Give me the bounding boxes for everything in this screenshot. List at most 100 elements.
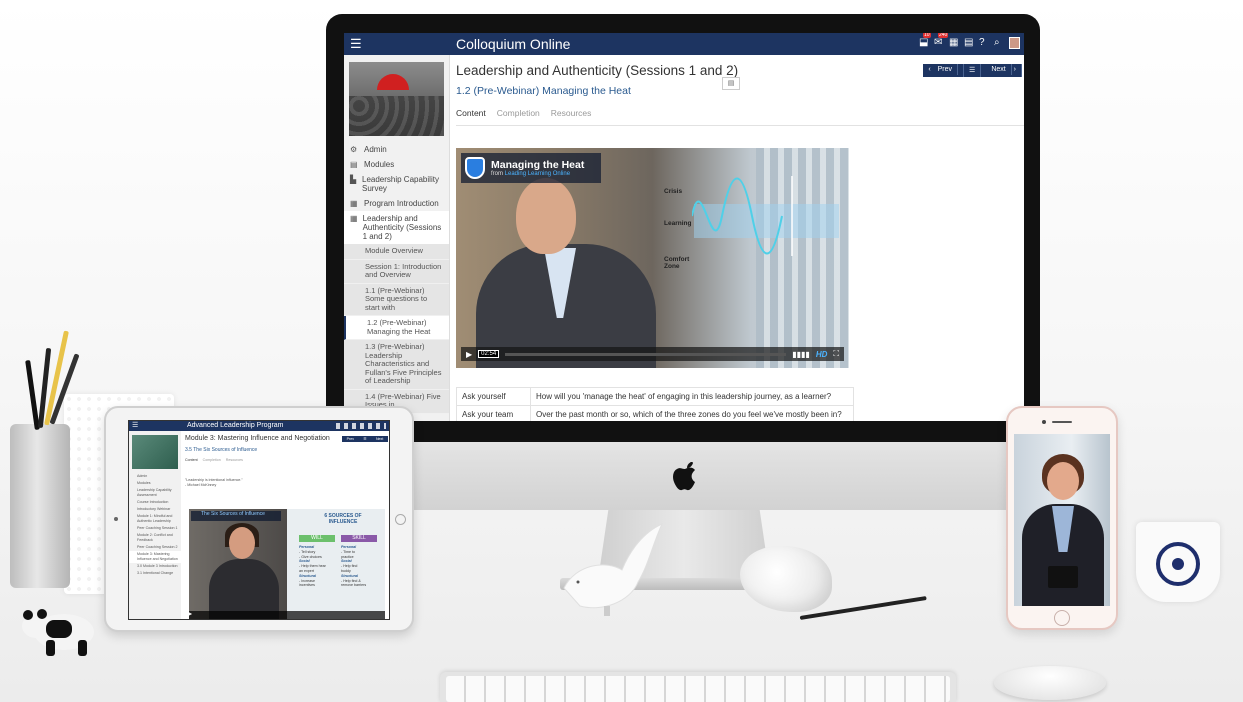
search-icon[interactable]: ⌕	[994, 37, 1004, 49]
iphone-device	[1006, 406, 1118, 630]
mouse	[994, 666, 1106, 700]
list-button[interactable]: ☰	[964, 64, 982, 77]
lesson-pager: ‹ Prev ☰ Next ›	[923, 64, 1022, 77]
zone-label-comfort: Comfort Zone	[664, 256, 690, 270]
sidebar-subitem-session-1[interactable]: Session 1: Introduction and Overview	[344, 259, 449, 284]
tablet-page-title: Module 3: Mastering Influence and Negoti…	[185, 435, 330, 442]
ipad-camera	[114, 517, 118, 521]
play-icon[interactable]: ▶	[189, 611, 192, 616]
question-label: Ask your team	[456, 405, 531, 421]
tablet-nav-item[interactable]: Admin	[129, 473, 181, 480]
video-player[interactable]: Crisis Learning Comfort Zone Managing th…	[456, 148, 849, 368]
next-button[interactable]: Next ›	[981, 64, 1022, 77]
tablet-video-controls[interactable]: ▶	[189, 611, 385, 619]
archive-icon[interactable]: ▤	[964, 37, 974, 49]
messages-icon[interactable]: ✉ 240	[934, 33, 949, 49]
skill-line: remove barriers	[341, 583, 367, 588]
tablet-nav-item[interactable]: Peer Coaching Session 2	[129, 544, 181, 551]
will-line: incentives	[299, 583, 315, 588]
fullscreen-icon[interactable]: ⛶	[833, 349, 839, 359]
six-sources-heading: 6 SOURCES OF INFLUENCE	[324, 513, 362, 525]
prev-button[interactable]: ‹ Prev	[923, 64, 965, 77]
next-button[interactable]: Next	[376, 437, 383, 441]
sidebar-item-label: Leadership Capability Survey	[362, 175, 439, 193]
tablet-banner-image	[132, 435, 178, 469]
sidebar-subitem-1-2[interactable]: 1.2 (Pre-Webinar) Managing the Heat	[344, 316, 449, 340]
tablet-nav-item[interactable]: Module 3: Mastering Influence and Negoti…	[129, 551, 181, 563]
tablet-nav-item[interactable]: Modules	[129, 480, 181, 487]
video-source-link[interactable]: Leading Learning Online	[505, 171, 570, 177]
notification-badge: 10	[923, 33, 931, 38]
next-label: Next	[986, 64, 1012, 75]
table-row: Ask your team Over the past month or so,…	[456, 405, 854, 421]
tablet-main-content: Module 3: Mastering Influence and Negoti…	[185, 431, 389, 619]
shield-logo-icon	[465, 157, 485, 179]
sidebar-subitem-1-3[interactable]: 1.3 (Pre-Webinar) Leadership Characteris…	[344, 340, 449, 390]
phone-screen-video[interactable]	[1014, 434, 1110, 606]
volume-icon[interactable]: ▮▮▮▮	[792, 350, 810, 359]
tablet-nav-item[interactable]: Peer Coaching Session 1	[129, 525, 181, 532]
list-button[interactable]: ☰	[363, 437, 366, 441]
tablet-nav-item[interactable]: Module 1: Mindful and Authentic Leadersh…	[129, 513, 181, 525]
page-title: Leadership and Authenticity (Sessions 1 …	[456, 63, 739, 78]
menu-icon[interactable]: ☰	[132, 421, 138, 429]
crumpled-paper	[740, 546, 832, 612]
sidebar-item-survey[interactable]: ▙ Leadership Capability Survey	[344, 172, 449, 196]
ipad-device: ☰ Advanced Leadership Program Admin Modu…	[104, 406, 414, 632]
video-speaker	[209, 559, 279, 619]
reflection-table: Ask yourself How will you 'manage the he…	[456, 387, 854, 421]
tablet-video-player[interactable]: The Six Sources of Influence 6 SOURCES O…	[189, 509, 385, 619]
tablet-tabs: Content Completion Resources	[185, 458, 243, 462]
tab-resources[interactable]: Resources	[551, 108, 592, 118]
video-source: from Leading Learning Online	[491, 171, 584, 177]
apple-logo-icon	[673, 462, 695, 491]
tablet-nav-item[interactable]: Module 2: Conflict and Feedback	[129, 532, 181, 544]
skill-column: Personal - Time to practice Social - Hel…	[341, 545, 366, 588]
sidebar-item-modules[interactable]: ▤ Modules	[344, 157, 449, 172]
sidebar-subitem-1-1[interactable]: 1.1 (Pre-Webinar) Some questions to star…	[344, 283, 449, 316]
phone-camera	[1042, 420, 1046, 424]
tablet-nav-item[interactable]: 3.0 Module 3 Introduction	[129, 563, 181, 570]
prev-button[interactable]: Prev	[347, 437, 354, 441]
tablet-nav-item[interactable]: 3.1 Intentional Change	[129, 570, 181, 577]
speaker-tablet	[1048, 566, 1078, 588]
notifications-icon[interactable]: ⬓ 10	[919, 33, 931, 49]
question-text: How will you 'manage the heat' of engagi…	[530, 387, 854, 406]
menu-icon[interactable]: ☰	[350, 36, 362, 52]
red-umbrella	[377, 74, 409, 90]
tab-completion[interactable]: Completion	[203, 458, 221, 462]
gear-icon: ⚙	[350, 145, 358, 154]
tablet-nav-item[interactable]: Introductory Webinar	[129, 506, 181, 513]
question-text: Over the past month or so, which of the …	[530, 405, 854, 421]
question-label: Ask yourself	[456, 387, 531, 406]
will-column: Personal - Tell story - Give choices Soc…	[299, 545, 326, 588]
sidebar-item-program-introduction[interactable]: ▦ Program Introduction	[344, 196, 449, 211]
sidebar-item-label: Admin	[364, 145, 387, 154]
tab-completion[interactable]: Completion	[497, 108, 540, 118]
help-icon[interactable]: ?	[979, 37, 989, 49]
sidebar-item-admin[interactable]: ⚙ Admin	[344, 142, 449, 157]
ceramic-bird-figurine	[563, 523, 664, 616]
tablet-lesson-subtitle: 3.5 The Six Sources of Influence	[185, 447, 258, 453]
hd-toggle[interactable]: HD	[816, 350, 828, 359]
sidebar-item-leadership-authenticity[interactable]: ▦ Leadership and Authenticity (Sessions …	[344, 211, 449, 244]
quote-author: - Michael McKinney	[185, 483, 217, 487]
video-controls: ▶ 02:54 ▮▮▮▮ HD ⛶	[461, 347, 844, 361]
sidebar-subitem-module-overview[interactable]: Module Overview	[344, 244, 449, 260]
will-label: WILL	[299, 535, 335, 542]
tablet-nav-item[interactable]: Course Introduction	[129, 499, 181, 506]
user-avatar[interactable]	[1009, 37, 1020, 49]
tab-content[interactable]: Content	[185, 458, 198, 462]
zone-label-learning: Learning	[664, 220, 692, 227]
video-title-overlay: Managing the Heat from Leading Learning …	[461, 153, 601, 183]
print-icon: ▤	[727, 80, 735, 87]
tab-resources[interactable]: Resources	[226, 458, 243, 462]
tablet-nav-item[interactable]: Leadership Capability Assessment	[129, 487, 181, 499]
film-icon: ▦	[350, 214, 358, 223]
video-progress-bar[interactable]	[505, 352, 787, 356]
table-row: Ask yourself How will you 'manage the he…	[456, 387, 854, 406]
tab-content[interactable]: Content	[456, 108, 486, 118]
play-icon[interactable]: ▶	[466, 350, 472, 359]
print-button[interactable]: ▤	[722, 77, 740, 90]
grid-icon[interactable]: ▦	[949, 37, 959, 49]
